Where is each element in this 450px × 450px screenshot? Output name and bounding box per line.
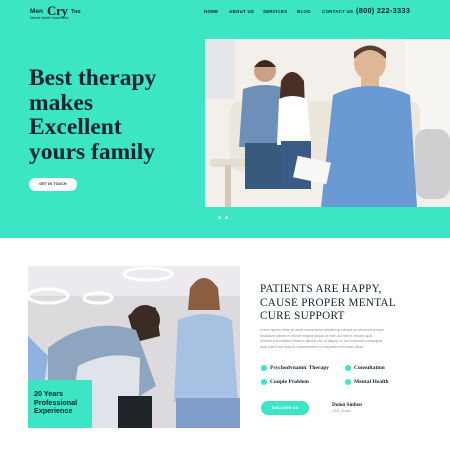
nav-contact-link[interactable]: CONTACT US	[322, 9, 353, 14]
nav-home-link[interactable]: HOME	[204, 9, 218, 14]
hero-headline-line: makes	[29, 89, 93, 116]
hero-photo-illustration	[205, 39, 450, 207]
slider-dot[interactable]	[218, 216, 221, 219]
signature-role: CEO, Doctor	[332, 409, 352, 413]
feature-couple-problem: Couple Problem	[270, 379, 309, 385]
discover-us-button[interactable]: DISCOVER US	[261, 401, 309, 415]
get-in-touch-button[interactable]: GET IN TOUCH	[29, 178, 77, 191]
about-title-line: CAUSE PROPER MENTAL	[260, 296, 396, 309]
check-icon	[345, 365, 351, 371]
hero-headline-line: Excellent	[29, 114, 122, 140]
hero-family-therapy-photo	[205, 39, 450, 207]
logo-text-men: Men	[30, 8, 43, 15]
hero-slider-dots[interactable]	[218, 216, 232, 220]
about-description-line: duis aute irure dolor in reprehenderit i…	[260, 344, 365, 349]
about-description: Lorem ipsum dolor sit amet consectetur a…	[260, 328, 425, 350]
hero-headline: Best therapy makes Excellent yours famil…	[29, 66, 209, 164]
phone-number[interactable]: (800) 222-3333	[356, 6, 410, 15]
logo-text-too: Too	[71, 9, 81, 15]
experience-badge-text: 20 Years Professional Experience	[34, 389, 92, 416]
badge-line: Experience	[34, 406, 73, 416]
logo-tagline: Mental Health Awareness	[30, 16, 69, 20]
feature-mental-health: Mental Health	[354, 379, 389, 385]
check-icon	[261, 365, 267, 371]
hero-headline-line: yours family	[29, 138, 155, 165]
feature-psychodynamic-therapy: Psychodynamic Therapy	[270, 365, 330, 371]
about-title-line: CURE SUPPORT	[260, 310, 345, 323]
feature-consultation: Consultation	[354, 365, 385, 371]
hero-headline-line: Best therapy	[29, 65, 157, 91]
hero-section: Men Cry Too Mental Health Awareness HOME…	[0, 0, 450, 238]
about-title: PATIENTS ARE HAPPY, CAUSE PROPER MENTAL …	[260, 283, 440, 324]
slider-dot[interactable]	[225, 216, 228, 219]
nav-services-link[interactable]: SERVICES	[263, 9, 287, 14]
nav-about-link[interactable]: ABOUT US	[229, 9, 254, 14]
check-icon	[261, 379, 267, 385]
site-logo[interactable]: Men Cry Too Mental Health Awareness	[30, 3, 90, 21]
nav-blog-link[interactable]: BLOG	[297, 9, 311, 14]
check-icon	[345, 379, 351, 385]
experience-badge: 20 Years Professional Experience	[28, 380, 92, 428]
about-title-line: PATIENTS ARE HAPPY,	[260, 283, 382, 295]
signature-name: Dolon Sinhen	[332, 402, 362, 408]
